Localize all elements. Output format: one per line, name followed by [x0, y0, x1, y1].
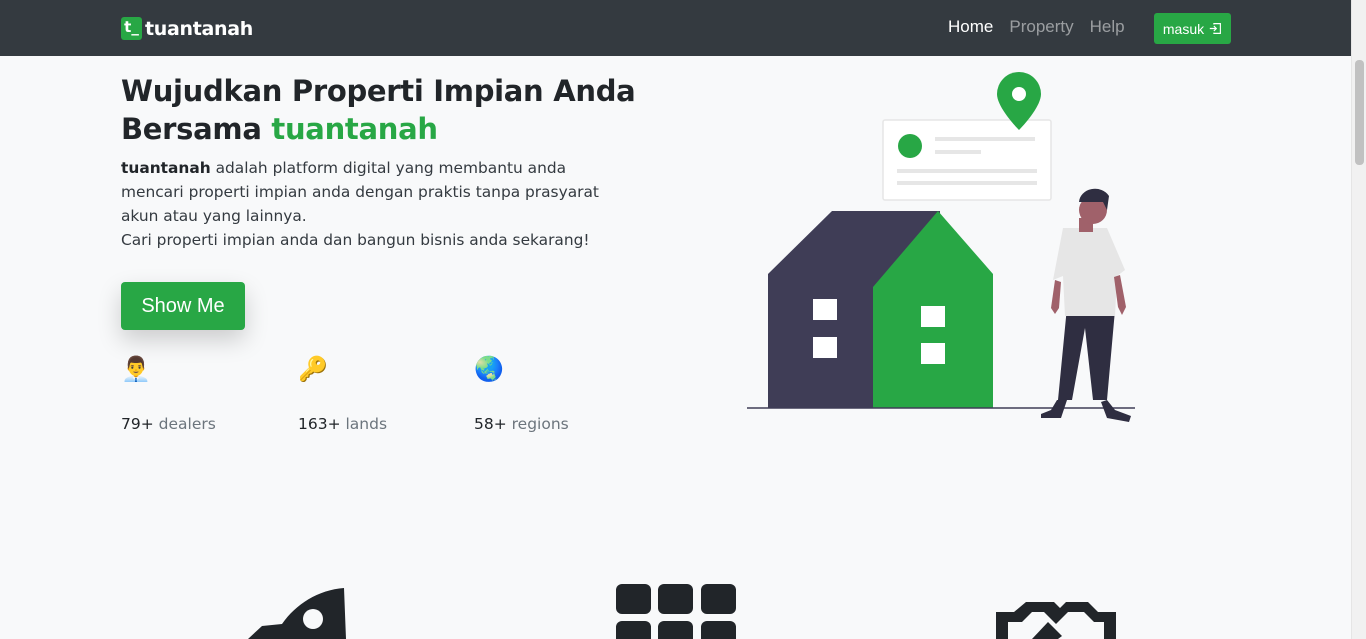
stat-dealers-value: 79+ [121, 415, 154, 433]
stat-dealers-text: 79+ dealers [121, 415, 271, 433]
brand-logo-mark: t_ [121, 17, 142, 40]
brand-logo[interactable]: t_ tuantanah [121, 17, 253, 40]
show-me-button[interactable]: Show Me [121, 282, 245, 330]
nav-link-help[interactable]: Help [1090, 17, 1125, 37]
login-button-label: masuk [1162, 20, 1205, 37]
stat-dealers: 👨‍💼 79+ dealers [121, 356, 271, 433]
handshake-icon [996, 602, 1116, 639]
globe-icon: 🌏 [474, 355, 504, 383]
page-scrollbar[interactable] [1351, 0, 1366, 639]
stat-regions-value: 58+ [474, 415, 507, 433]
stat-regions-label: regions [506, 415, 569, 433]
grid-icon [616, 584, 736, 639]
stat-lands-text: 163+ lands [298, 415, 448, 433]
hero-title: Wujudkan Properti Impian Anda Bersama tu… [121, 72, 641, 148]
login-button[interactable]: masuk [1154, 13, 1231, 44]
stat-regions: 🌏 58+ regions [474, 356, 624, 433]
stat-lands-value: 163+ [298, 415, 341, 433]
stat-dealers-label: dealers [153, 415, 216, 433]
dealer-icon: 👨‍💼 [121, 355, 151, 383]
hero-desc-brand: tuantanah [121, 159, 211, 177]
listing-card [882, 119, 1052, 201]
nav-link-home[interactable]: Home [948, 17, 993, 37]
nav-link-property[interactable]: Property [1009, 17, 1073, 37]
stat-lands: 🔑 163+ lands [298, 356, 448, 433]
person-illustration [1041, 188, 1131, 422]
nav-menu: Home Property Help [948, 17, 1141, 37]
stat-lands-label: lands [340, 415, 388, 433]
hero-title-line1: Wujudkan Properti Impian Anda [121, 74, 636, 108]
hero-desc-cta-text: Cari properti impian anda dan bangun bis… [121, 231, 590, 249]
key-icon: 🔑 [298, 355, 328, 383]
hero-description: tuantanah adalah platform digital yang m… [121, 156, 621, 252]
scrollbar-thumb[interactable] [1355, 60, 1364, 165]
sign-in-icon [1209, 23, 1222, 34]
rocket-icon [248, 588, 346, 639]
hero-illustration [747, 72, 1135, 422]
navbar: t_ tuantanah Home Property Help masuk [0, 0, 1351, 56]
hero-title-brand: tuantanah [271, 112, 438, 146]
brand-name: tuantanah [145, 17, 254, 40]
stat-regions-text: 58+ regions [474, 415, 624, 433]
hero-title-prefix: Bersama [121, 112, 272, 146]
